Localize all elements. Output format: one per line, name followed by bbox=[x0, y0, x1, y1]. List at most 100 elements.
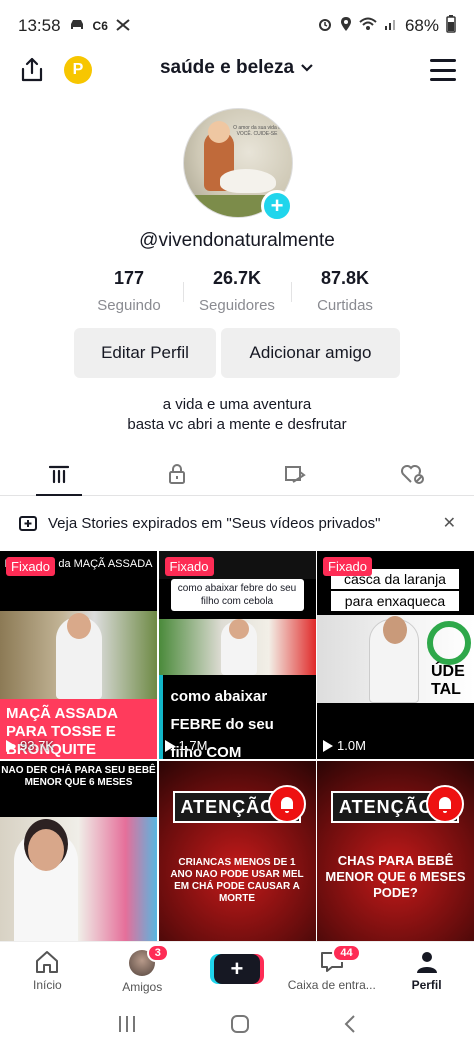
bio: a vida e uma aventura basta vc abri a me… bbox=[0, 395, 474, 435]
edit-profile-button[interactable]: Editar Perfil bbox=[74, 328, 216, 378]
back-icon bbox=[344, 1014, 356, 1033]
car-icon bbox=[68, 18, 86, 35]
video-person bbox=[369, 616, 419, 703]
stat-likes[interactable]: 87.8K Curtidas bbox=[291, 268, 399, 314]
avatar-text: O amor da sua vida é VOCÊ. CUIDE-SE bbox=[233, 125, 281, 137]
nav-inbox[interactable]: 44 Caixa de entra... bbox=[284, 942, 379, 999]
coins-button[interactable]: P bbox=[64, 56, 92, 84]
stat-value: 26.7K bbox=[212, 268, 262, 288]
share-profile-button[interactable] bbox=[18, 56, 46, 84]
nav-label: Perfil bbox=[411, 978, 442, 992]
stat-label: Curtidas bbox=[317, 297, 373, 314]
play-icon bbox=[323, 739, 333, 752]
profile-stats: 177 Seguindo 26.7K Seguidores 87.8K Curt… bbox=[0, 268, 474, 314]
menu-button[interactable] bbox=[430, 59, 456, 81]
hamburger-line bbox=[430, 78, 456, 81]
account-switcher[interactable]: saúde e beleza bbox=[160, 57, 314, 79]
video-tile[interactable]: casca da laranja para enxaqueca ÚDE TAL … bbox=[317, 551, 474, 759]
view-count-value: 1.7M bbox=[178, 738, 208, 753]
video-tile[interactable]: Beneficios da MAÇÃ ASSADA MAÇÃ ASSADA PA… bbox=[0, 551, 157, 759]
profile-icon bbox=[416, 952, 437, 973]
play-icon bbox=[6, 739, 16, 752]
view-count: 1.0M bbox=[323, 738, 366, 753]
video-top-text: NAO DER CHÁ PARA SEU BEBÊ MENOR QUE 6 ME… bbox=[0, 761, 157, 817]
private-lock-icon bbox=[169, 463, 185, 484]
share-icon bbox=[21, 57, 43, 82]
c6-icon: C6 bbox=[92, 19, 108, 33]
stat-following[interactable]: 177 Seguindo bbox=[75, 268, 183, 314]
nav-create[interactable]: + bbox=[190, 942, 285, 999]
nav-profile[interactable]: Perfil bbox=[379, 942, 474, 999]
username: @vivendonaturalmente bbox=[139, 230, 335, 251]
video-person bbox=[14, 829, 78, 945]
brand-logo bbox=[427, 621, 471, 665]
home-system-button[interactable] bbox=[229, 1013, 251, 1040]
profile-header: P saúde e beleza bbox=[0, 52, 474, 88]
view-count-value: 1.0M bbox=[337, 738, 366, 753]
view-count: 93.7K bbox=[6, 738, 54, 753]
bio-line: a vida e uma aventura bbox=[162, 396, 312, 413]
avatar-container: O amor da sua vida é VOCÊ. CUIDE-SE + bbox=[183, 108, 293, 222]
avatar-goose bbox=[220, 169, 276, 193]
view-count-value: 93.7K bbox=[20, 738, 54, 753]
nav-friends[interactable]: 3 Amigos bbox=[95, 942, 190, 999]
home-square-icon bbox=[230, 1014, 249, 1033]
video-tile[interactable]: ATENÇÃO! CHAS PARA BEBÊ MENOR QUE 6 MESE… bbox=[317, 761, 474, 945]
bell-icon bbox=[267, 785, 306, 823]
home-icon bbox=[36, 951, 59, 973]
stat-label: Seguidores bbox=[199, 297, 275, 314]
profile-actions: Editar Perfil Adicionar amigo bbox=[74, 328, 400, 378]
video-tile[interactable]: NAO DER CHÁ PARA SEU BEBÊ MENOR QUE 6 ME… bbox=[0, 761, 157, 945]
video-tile[interactable]: como abaixar febre do seu filho com cebo… bbox=[158, 551, 316, 759]
nav-home[interactable]: Início bbox=[0, 942, 95, 999]
close-icon[interactable]: ✕ bbox=[443, 513, 456, 533]
tab-reposts[interactable] bbox=[236, 452, 354, 495]
liked-icon bbox=[401, 464, 424, 484]
content-tabs bbox=[0, 452, 474, 496]
stories-banner[interactable]: Veja Stories expirados em "Seus vídeos p… bbox=[0, 496, 474, 550]
stat-value: 177 bbox=[113, 268, 145, 288]
video-grid: Beneficios da MAÇÃ ASSADA MAÇÃ ASSADA PA… bbox=[0, 551, 474, 945]
stat-followers[interactable]: 26.7K Seguidores bbox=[183, 268, 291, 314]
hamburger-line bbox=[430, 68, 456, 72]
clock: 13:58 bbox=[18, 16, 61, 35]
video-caption: CHAS PARA BEBÊ MENOR QUE 6 MESES PODE? bbox=[325, 853, 466, 900]
videos-grid-icon bbox=[49, 465, 69, 483]
recent-apps-icon bbox=[118, 1015, 135, 1032]
cast-icon bbox=[115, 18, 131, 35]
video-person bbox=[56, 613, 102, 699]
tab-private[interactable] bbox=[118, 452, 236, 495]
stat-label: Seguindo bbox=[97, 297, 161, 314]
play-icon bbox=[164, 739, 175, 752]
pinned-badge: Fixado bbox=[323, 557, 373, 576]
hamburger-line bbox=[430, 59, 456, 62]
video-person bbox=[220, 619, 257, 675]
battery-icon bbox=[446, 14, 456, 38]
pinned-badge: Fixado bbox=[164, 557, 214, 576]
add-photo-button[interactable]: + bbox=[261, 190, 293, 222]
notification-badge: 3 bbox=[146, 944, 169, 962]
bell-icon bbox=[426, 785, 464, 823]
view-count: 1.7M bbox=[164, 738, 208, 753]
nav-label: Início bbox=[33, 978, 62, 992]
back-button[interactable] bbox=[342, 1013, 358, 1040]
recent-apps-button[interactable] bbox=[116, 1014, 138, 1039]
wifi-icon bbox=[359, 16, 377, 36]
video-top-text: como abaixar febre do seu filho com cebo… bbox=[170, 579, 304, 611]
bottom-nav: Início 3 Amigos + 44 Caixa de entra... P… bbox=[0, 941, 474, 999]
stories-icon bbox=[19, 516, 37, 531]
tab-videos[interactable] bbox=[0, 452, 118, 496]
nav-label: Amigos bbox=[122, 980, 163, 994]
add-friend-button[interactable]: Adicionar amigo bbox=[221, 328, 400, 378]
status-bar: 13:58 C6 68% bbox=[0, 0, 474, 52]
stories-banner-text: Veja Stories expirados em "Seus vídeos p… bbox=[48, 514, 381, 532]
pinned-badge: Fixado bbox=[6, 557, 56, 576]
tab-liked[interactable] bbox=[354, 452, 472, 495]
stat-value: 87.8K bbox=[320, 268, 370, 288]
signal-icon bbox=[384, 16, 398, 36]
reposts-icon bbox=[285, 465, 306, 483]
video-caption: CRIANCAS MENOS DE 1 ANO NAO PODE USAR ME… bbox=[170, 857, 304, 904]
status-right: 68% bbox=[317, 14, 456, 38]
caption-line: para enxaqueca bbox=[331, 591, 459, 611]
video-tile[interactable]: ATENÇÃO! CRIANCAS MENOS DE 1 ANO NAO POD… bbox=[158, 761, 316, 945]
